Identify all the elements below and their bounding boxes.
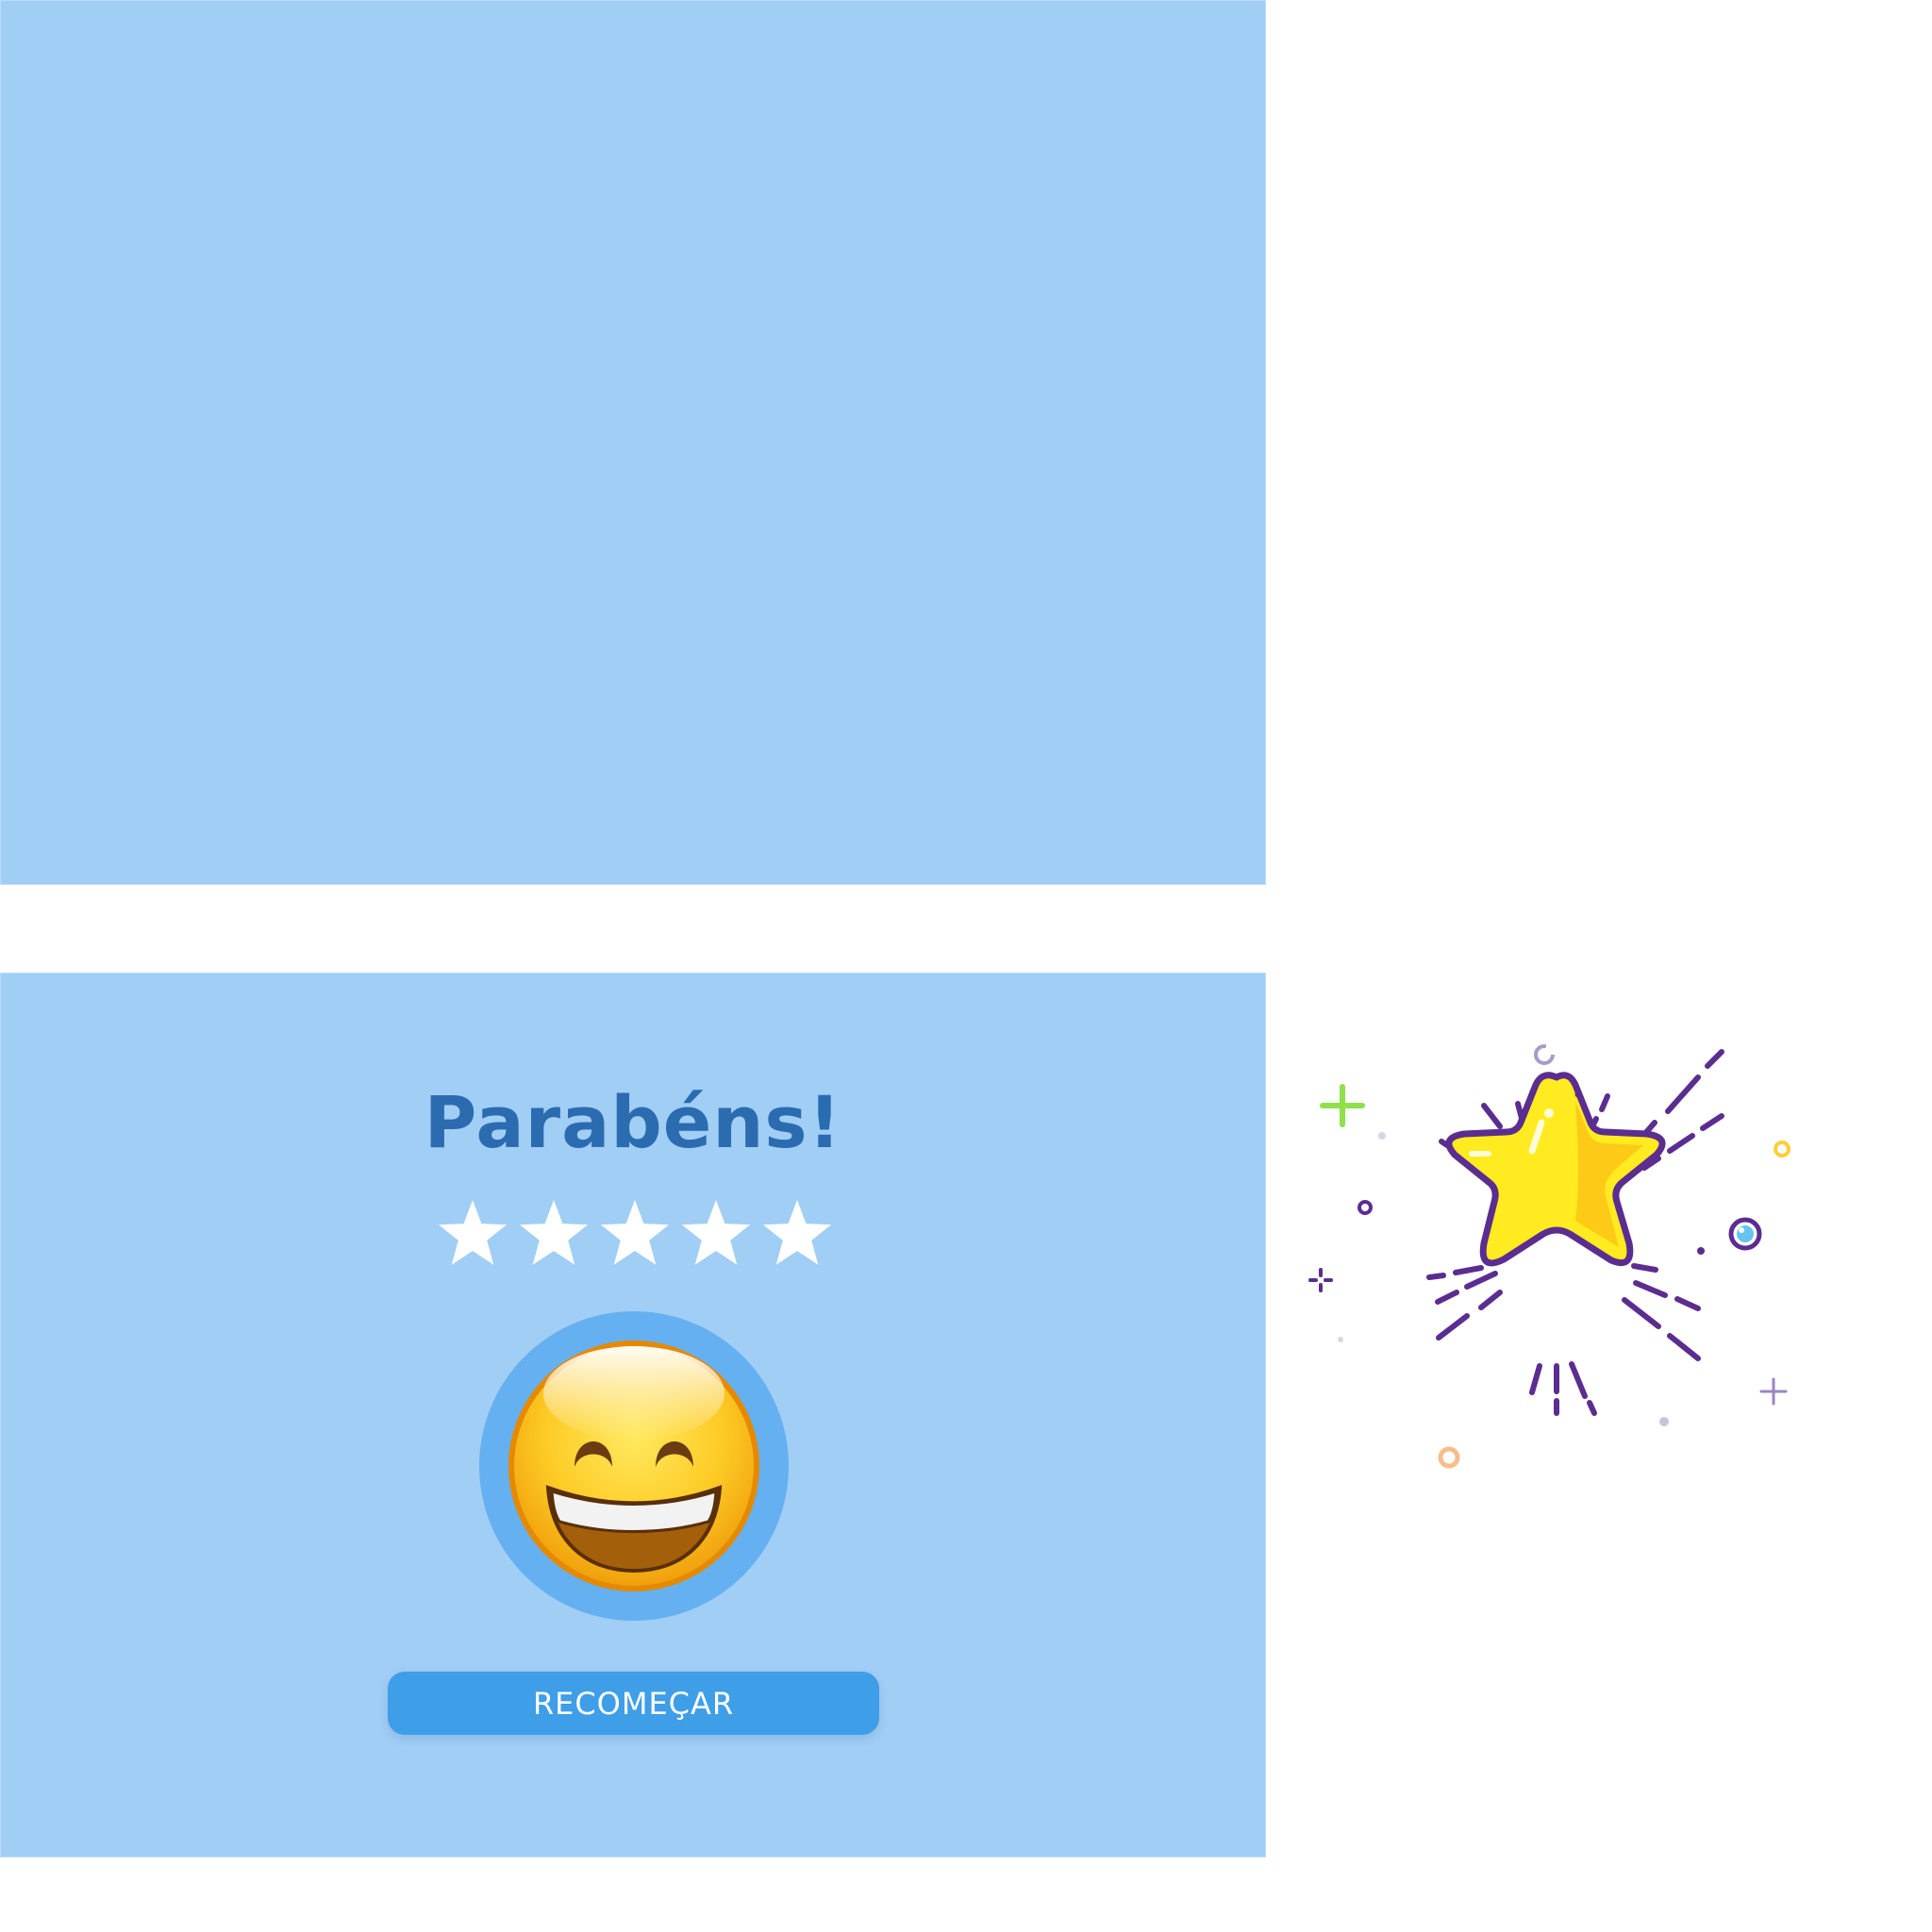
rating-star-icon xyxy=(600,1200,670,1265)
rating-star-icon xyxy=(762,1200,832,1265)
top-content-panel xyxy=(0,0,1266,885)
result-panel: Parabéns! RECOMEÇAR xyxy=(0,973,1266,1857)
grinning-face-icon xyxy=(508,1341,759,1591)
rating-star-icon xyxy=(438,1200,508,1265)
rating-star-icon xyxy=(681,1200,751,1265)
sparkling-star-icon xyxy=(1302,1028,1811,1504)
restart-button[interactable]: RECOMEÇAR xyxy=(388,1672,879,1735)
emoji-circle xyxy=(479,1311,789,1621)
congratulations-title: Parabéns! xyxy=(424,1080,842,1164)
rating-stars xyxy=(435,1196,833,1272)
rating-star-icon xyxy=(519,1200,589,1265)
